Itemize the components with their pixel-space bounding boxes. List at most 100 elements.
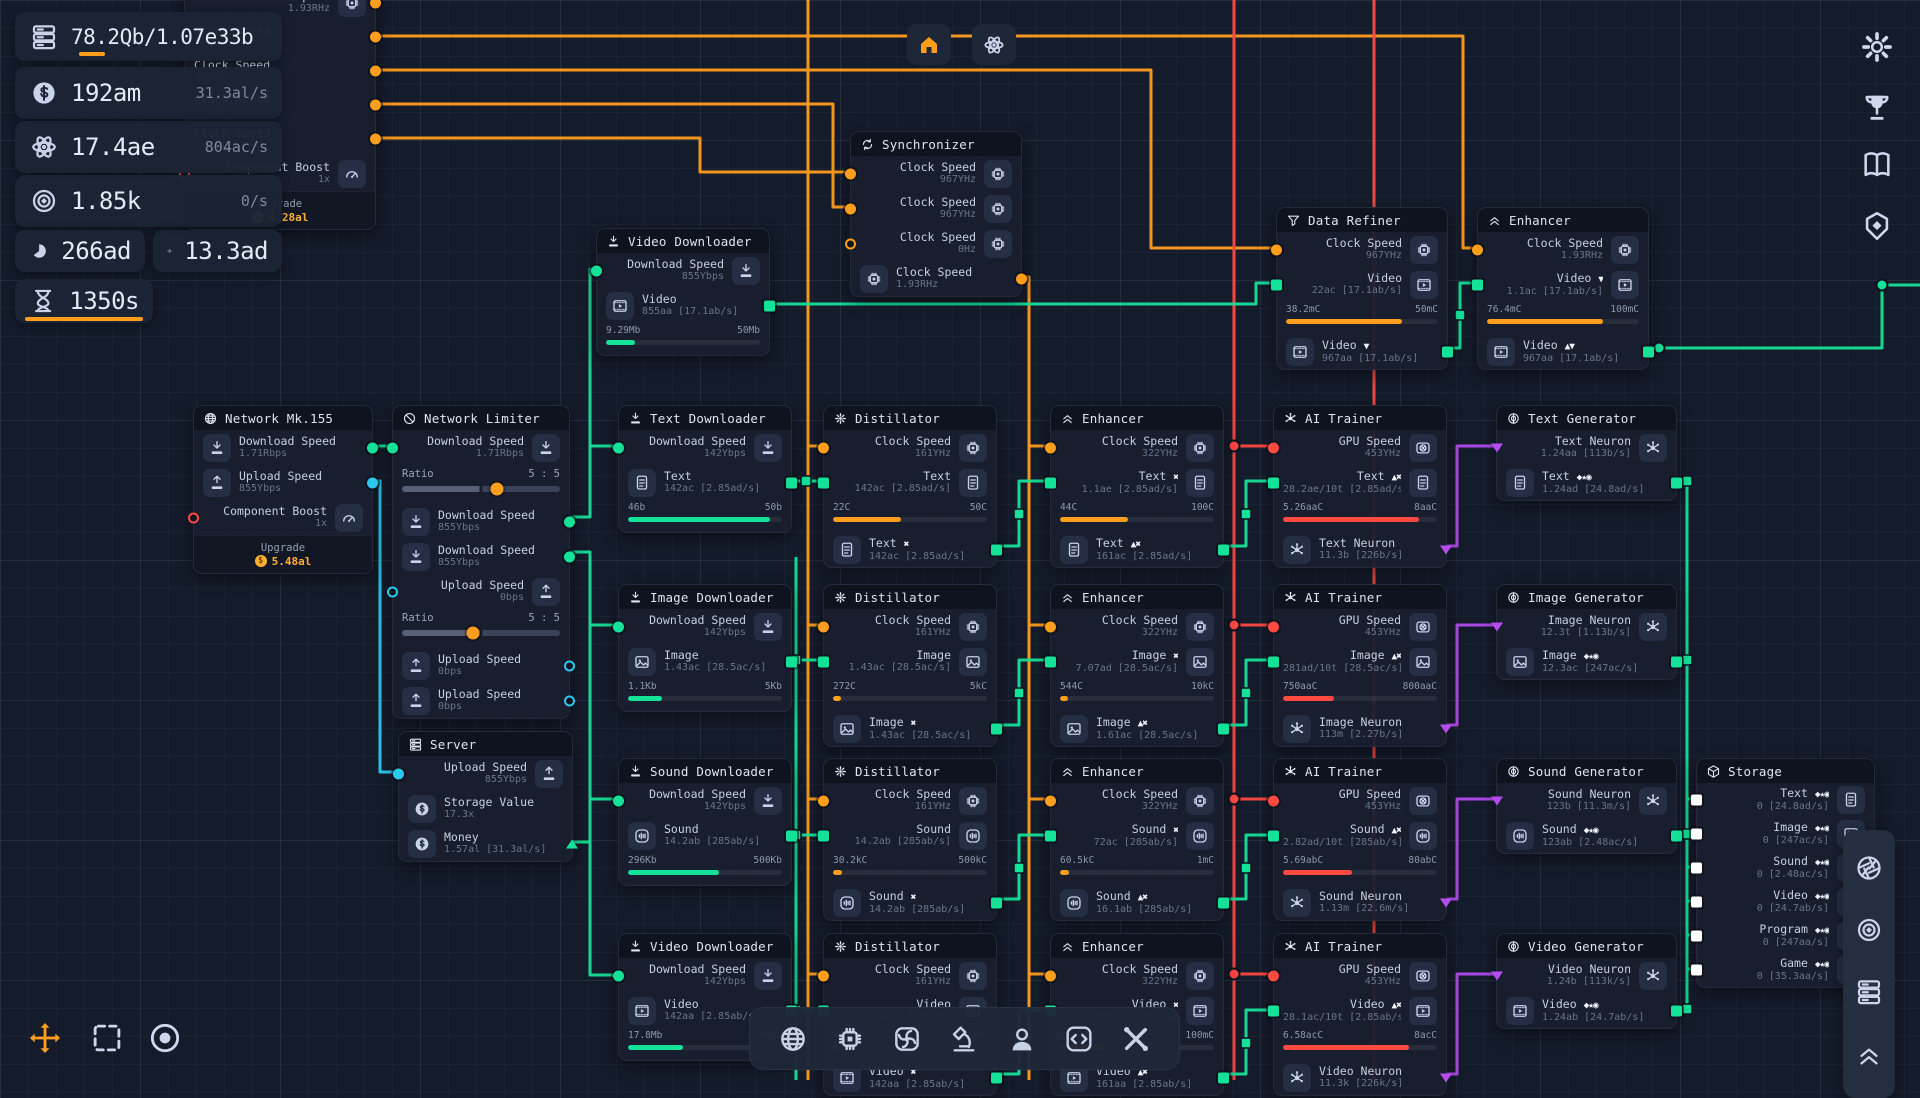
port-teal-sq[interactable] — [786, 830, 797, 841]
node-enhancer-top[interactable]: EnhancerClock Speed1.93RHzVideo ▼1.1ac [… — [1477, 207, 1649, 370]
port-teal-dot[interactable] — [613, 621, 624, 632]
port-orange-dot[interactable] — [370, 0, 381, 8]
port-purple-td[interactable] — [1491, 622, 1503, 631]
port-orange-dot[interactable] — [1045, 795, 1056, 806]
node-title-bar[interactable]: Enhancer — [1051, 585, 1223, 609]
panel-aperture-button[interactable] — [1849, 848, 1889, 888]
port-teal-dot[interactable] — [387, 442, 398, 453]
node-title-bar[interactable]: Enhancer — [1051, 406, 1223, 430]
slider-knob[interactable] — [467, 627, 480, 640]
wire-junction[interactable] — [1682, 655, 1692, 665]
wire-junction[interactable] — [1229, 969, 1240, 980]
port-teal-sq[interactable] — [818, 656, 829, 667]
port-teal-sq[interactable] — [991, 1072, 1002, 1083]
port-teal-sq[interactable] — [1218, 897, 1229, 908]
panel-server-button[interactable] — [1849, 972, 1889, 1012]
port-white-sq[interactable] — [1691, 897, 1702, 908]
node-network-limiter[interactable]: Network LimiterDownload Speed1.71RbpsRat… — [392, 405, 570, 719]
port-teal-sq[interactable] — [1268, 656, 1279, 667]
port-teal-sq[interactable] — [991, 723, 1002, 734]
node-enhancer-1[interactable]: EnhancerClock Speed322YHzText ✖1.1ae [2.… — [1050, 405, 1224, 568]
port-orange-dot[interactable] — [1016, 273, 1027, 284]
node-title-bar[interactable]: Text Generator — [1497, 406, 1676, 430]
tool-move-button[interactable] — [24, 1017, 66, 1059]
port-teal-tu[interactable] — [566, 839, 578, 848]
node-enhancer-2[interactable]: EnhancerClock Speed322YHzImage ✖7.07ad [… — [1050, 584, 1224, 747]
wire-junction[interactable] — [1014, 509, 1024, 519]
node-distillator-2[interactable]: DistillatorClock Speed161YHzImage1.43ac … — [823, 584, 997, 747]
port-purple-td[interactable] — [1440, 898, 1452, 907]
port-orange-dot[interactable] — [370, 100, 381, 111]
toolbar-cpu-button[interactable] — [827, 1016, 873, 1062]
node-title-bar[interactable]: Network Mk.155 — [194, 406, 372, 430]
port-cyan-ring[interactable] — [387, 586, 398, 597]
wire-junction[interactable] — [801, 476, 811, 486]
wire-junction[interactable] — [1229, 620, 1240, 631]
port-teal-sq[interactable] — [1268, 1005, 1279, 1016]
port-orange-dot[interactable] — [1045, 442, 1056, 453]
wire-junction[interactable] — [1014, 688, 1024, 698]
toolbar-code-button[interactable] — [1056, 1016, 1102, 1062]
node-title-bar[interactable]: Distillator — [824, 934, 996, 958]
ratio-slider[interactable] — [402, 630, 560, 636]
wire-junction[interactable] — [1014, 863, 1024, 873]
node-title-bar[interactable]: Sound Generator — [1497, 759, 1676, 783]
port-orange-dot[interactable] — [1271, 244, 1282, 255]
port-teal-sq[interactable] — [1442, 346, 1453, 357]
sidebar-book-button[interactable] — [1858, 146, 1896, 184]
node-title-bar[interactable]: AI Trainer — [1274, 934, 1446, 958]
port-cyan-dot[interactable] — [393, 768, 404, 779]
port-teal-sq[interactable] — [1045, 830, 1056, 841]
toolbar-fan-button[interactable] — [884, 1016, 930, 1062]
node-title-bar[interactable]: Video Downloader — [597, 229, 769, 253]
node-title-bar[interactable]: Enhancer — [1051, 934, 1223, 958]
node-data-refiner[interactable]: Data RefinerClock Speed967YHzVideo22ac [… — [1276, 207, 1448, 370]
node-video-generator[interactable]: Video GeneratorVideo Neuron1.24b [113k/s… — [1496, 933, 1677, 1029]
node-network[interactable]: Network Mk.155Download Speed1.71RbpsUplo… — [193, 405, 373, 574]
node-title-bar[interactable]: Enhancer — [1051, 759, 1223, 783]
tool-select-button[interactable] — [86, 1017, 128, 1059]
node-server[interactable]: ServerUpload Speed855YbpsStorage Value17… — [398, 731, 573, 862]
node-title-bar[interactable]: Image Generator — [1497, 585, 1676, 609]
port-white-sq[interactable] — [1691, 931, 1702, 942]
port-teal-sq[interactable] — [1045, 477, 1056, 488]
node-title-bar[interactable]: AI Trainer — [1274, 585, 1446, 609]
port-teal-sq[interactable] — [1045, 656, 1056, 667]
node-video-downloader-top[interactable]: Video DownloaderDownload Speed855YbpsVid… — [596, 228, 770, 356]
port-teal-sq[interactable] — [786, 477, 797, 488]
port-orange-dot[interactable] — [370, 66, 381, 77]
ratio-slider[interactable] — [402, 486, 560, 492]
node-title-bar[interactable]: Image Downloader — [619, 585, 791, 609]
node-synchronizer[interactable]: SynchronizerClock Speed967YHzClock Speed… — [850, 131, 1022, 297]
node-title-bar[interactable]: Distillator — [824, 406, 996, 430]
node-sound-generator[interactable]: Sound GeneratorSound Neuron123b [11.3m/s… — [1496, 758, 1677, 854]
port-purple-td[interactable] — [1491, 971, 1503, 980]
node-title-bar[interactable]: Synchronizer — [851, 132, 1021, 156]
port-teal-sq[interactable] — [1671, 1005, 1682, 1016]
port-orange-dot[interactable] — [845, 203, 856, 214]
node-title-bar[interactable]: Distillator — [824, 585, 996, 609]
port-cyan-ring[interactable] — [564, 660, 575, 671]
node-enhancer-3[interactable]: EnhancerClock Speed322YHzSound ✖72ac [28… — [1050, 758, 1224, 921]
port-orange-dot[interactable] — [845, 168, 856, 179]
port-red-dot[interactable] — [1268, 621, 1279, 632]
port-teal-dot[interactable] — [613, 795, 624, 806]
node-title-bar[interactable]: Data Refiner — [1277, 208, 1447, 232]
wire-junction[interactable] — [1455, 310, 1465, 320]
port-orange-dot[interactable] — [818, 795, 829, 806]
port-orange-dot[interactable] — [1045, 970, 1056, 981]
port-teal-sq[interactable] — [1268, 830, 1279, 841]
node-distillator-1[interactable]: DistillatorClock Speed161YHzText142ac [2… — [823, 405, 997, 568]
port-orange-dot[interactable] — [818, 621, 829, 632]
node-distillator-3[interactable]: DistillatorClock Speed161YHzSound14.2ab … — [823, 758, 997, 921]
port-teal-sq[interactable] — [1671, 656, 1682, 667]
port-teal-sq[interactable] — [1218, 1072, 1229, 1083]
port-teal-dot[interactable] — [613, 442, 624, 453]
port-teal-sq[interactable] — [818, 830, 829, 841]
port-teal-sq[interactable] — [991, 897, 1002, 908]
port-orange-dot[interactable] — [1045, 621, 1056, 632]
wire-junction[interactable] — [1229, 441, 1240, 452]
node-title-bar[interactable]: Distillator — [824, 759, 996, 783]
node-ai-trainer-2[interactable]: AI TrainerGPU Speed453YHzImage ▲✖281ad/1… — [1273, 584, 1447, 747]
port-white-sq[interactable] — [1691, 829, 1702, 840]
